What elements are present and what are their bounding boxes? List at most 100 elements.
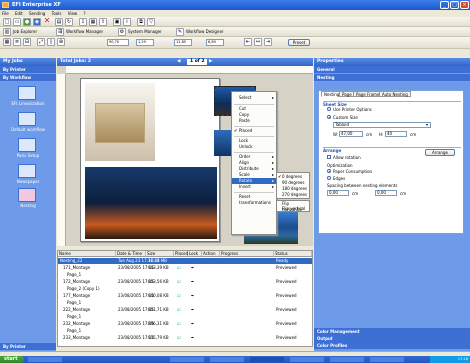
taskbar-item[interactable] — [170, 357, 204, 362]
table-row[interactable]: Nesting_22 Tue Aug 23 17:17:48 36,31 MB Rea… — [58, 258, 312, 264]
filter-icon[interactable]: ▽ — [147, 18, 155, 26]
table-row[interactable]: Page_1 — [58, 272, 312, 278]
col-size[interactable]: Size — [146, 251, 174, 257]
table-row[interactable]: 233_Montage 23/08/2005 17:15 935,79 KB Prev… — [58, 335, 312, 341]
minimize-button[interactable]: _ — [440, 1, 449, 9]
ctx-reset-transformations[interactable]: Reset transformations — [232, 194, 276, 205]
workflow-manager-button[interactable]: Workflow Manager — [66, 27, 103, 37]
job-explorer-button[interactable]: Job Explorer — [13, 27, 37, 37]
table-row[interactable]: Page_1 — [58, 314, 312, 320]
ctx-invert[interactable]: Invert ▸ — [232, 184, 276, 190]
by-workflow-section[interactable]: By Workflow — [0, 74, 56, 81]
table-row[interactable]: 172_Montage 23/08/2005 17:15 803,56 KB Prev… — [58, 279, 312, 285]
col-action[interactable]: Action — [202, 251, 220, 257]
allow-rotation-checkbox[interactable] — [327, 155, 331, 159]
preset-button[interactable]: Preset — [288, 39, 310, 46]
info-icon[interactable]: i — [123, 18, 131, 26]
taskbar-item[interactable] — [330, 357, 364, 362]
color-management-section[interactable]: Color Management — [314, 328, 470, 335]
by-printer-section[interactable]: By Printer — [0, 66, 56, 73]
edges-radio[interactable] — [327, 176, 331, 180]
menu-help[interactable]: ? — [83, 11, 85, 16]
start-button[interactable]: start — [0, 356, 24, 363]
system-manager-icon[interactable]: ⚙ — [118, 28, 126, 36]
taskbar-item[interactable] — [290, 357, 324, 362]
preview-icon[interactable]: ▣ — [113, 18, 121, 26]
height-input[interactable]: 40 — [385, 131, 407, 137]
col-placed[interactable]: Placed — [174, 251, 188, 257]
grid-icon[interactable]: ▦ — [3, 38, 11, 46]
paper-consumption-radio[interactable] — [327, 169, 331, 173]
table-row[interactable]: Page_1 — [58, 300, 312, 306]
delete-icon[interactable]: ✕ — [43, 17, 51, 26]
table-row[interactable]: 177_Montage 23/08/2005 17:15 940,08 KB Prev… — [58, 293, 312, 299]
nest-icon[interactable]: ⧉ — [137, 18, 145, 26]
nesting-section[interactable]: Nesting — [314, 74, 470, 81]
spacing-y-input[interactable]: 0,00 — [375, 190, 397, 196]
menu-edit[interactable]: Edit — [15, 11, 23, 16]
custom-size-select[interactable]: Tabloid ▾ — [333, 122, 431, 128]
scale-field[interactable]: 1,29 — [136, 39, 154, 46]
workflow-tile-linearization[interactable] — [18, 86, 36, 100]
close-button[interactable]: × — [460, 1, 469, 9]
col-progress[interactable]: Progress — [220, 251, 274, 257]
menu-tools[interactable]: Tools — [52, 11, 62, 16]
page-nav-field[interactable]: 1 of 2 — [187, 59, 208, 65]
workflow-designer-icon[interactable]: ✎ — [176, 28, 184, 36]
general-section[interactable]: General — [314, 66, 470, 73]
menu-list-icon[interactable]: ≡ — [13, 38, 21, 46]
tab-page-frame[interactable]: Page Frame — [353, 91, 383, 97]
col-status[interactable]: Status — [274, 251, 312, 257]
maximize-button[interactable]: □ — [450, 1, 459, 9]
taskbar-item-active[interactable] — [250, 357, 284, 362]
workflow-tile-default[interactable] — [18, 112, 36, 126]
system-manager-button[interactable]: System Manager — [128, 27, 162, 37]
print-icon[interactable]: ▤ — [55, 18, 63, 26]
layout-icon[interactable]: ▦ — [89, 18, 97, 26]
rotate-270[interactable]: 270 degrees — [277, 192, 309, 198]
menu-sending[interactable]: Sending — [29, 11, 45, 16]
ctx-placed[interactable]: ✔ Placed — [232, 128, 276, 134]
new-icon[interactable]: □ — [3, 18, 11, 26]
x-field[interactable]: 12,85 — [174, 39, 192, 46]
fit-icon[interactable]: ⤢ — [37, 38, 45, 46]
col-name[interactable]: Name — [58, 251, 116, 257]
color-profiles-section[interactable]: Color Profiles — [314, 342, 470, 349]
output-section[interactable]: Output — [314, 335, 470, 342]
col-date[interactable]: Date & Time — [116, 251, 146, 257]
table-row[interactable]: 171_Montage 23/08/2005 17:15 943,39 KB Prev… — [58, 265, 312, 271]
align-icon[interactable]: ⊟ — [23, 38, 31, 46]
y-field[interactable]: 6,89 — [206, 39, 224, 46]
tab-auto-nesting[interactable]: Auto Nesting — [379, 91, 411, 97]
by-printer-bottom-section[interactable]: By Printer — [0, 343, 56, 350]
zoom-field[interactable]: 90,70 — [107, 39, 129, 46]
export-icon[interactable]: ⇧ — [99, 18, 107, 26]
width-input[interactable]: 47,00 — [339, 131, 363, 137]
run-icon[interactable]: ● — [23, 18, 31, 26]
flip-vertical[interactable]: Flip vertical — [277, 206, 309, 212]
zoom-icon[interactable]: ⊕ — [57, 38, 65, 46]
align-left-icon[interactable]: ⇤ — [244, 38, 252, 46]
image-interior[interactable] — [85, 83, 155, 161]
refresh-icon[interactable]: ↻ — [65, 18, 73, 26]
taskbar-item[interactable] — [210, 357, 244, 362]
workflow-tile-nesting[interactable] — [18, 188, 36, 202]
image-fragment[interactable] — [214, 130, 232, 156]
page-icon[interactable]: ▯ — [47, 38, 55, 46]
workflow-tile-newspaper[interactable] — [18, 164, 36, 178]
workflow-tile-paris[interactable] — [18, 138, 36, 152]
align-center-icon[interactable]: ↔ — [254, 38, 262, 46]
col-lock[interactable]: Lock — [188, 251, 202, 257]
ctx-unlock[interactable]: Unlock — [232, 144, 276, 150]
nesting-page[interactable] — [80, 78, 220, 242]
taskbar-item[interactable] — [370, 357, 404, 362]
table-row[interactable]: Page_2 (Copy 1) — [58, 286, 312, 292]
table-row[interactable]: 222_Montage 23/08/2005 17:15 801,71 KB Prev… — [58, 307, 312, 313]
ctx-select[interactable]: Select ▸ — [232, 95, 276, 101]
workflow-manager-icon[interactable]: ⇶ — [56, 28, 64, 36]
menu-file[interactable]: File — [2, 11, 9, 16]
menu-view[interactable]: View — [68, 11, 78, 16]
arrange-button[interactable]: Arrange — [425, 149, 455, 156]
ctx-paste[interactable]: Paste — [232, 118, 276, 124]
use-printer-radio[interactable] — [327, 107, 331, 111]
